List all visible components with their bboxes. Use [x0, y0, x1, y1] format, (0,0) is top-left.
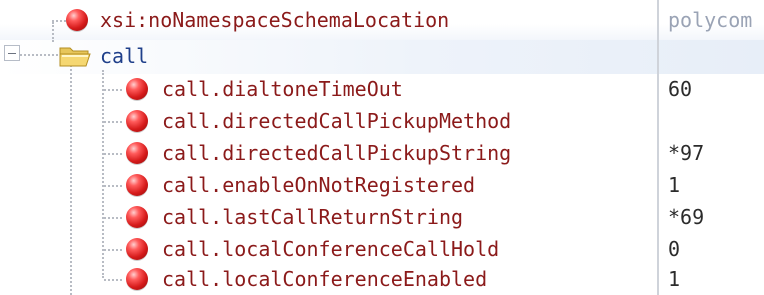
tree-connector	[104, 89, 122, 91]
item-value[interactable]: 0	[668, 233, 680, 265]
folder-label: call	[100, 44, 149, 68]
item-label: call.localConferenceCallHold	[162, 237, 500, 261]
tree-row-item[interactable]: call.localConferenceCallHold 0	[0, 233, 764, 265]
item-label: call.enableOnNotRegistered	[162, 173, 476, 197]
xml-tree-view: xsi:noNamespaceSchemaLocation polycom ca…	[0, 0, 764, 295]
item-value[interactable]: *97	[668, 137, 704, 169]
tree-connector	[104, 249, 122, 251]
attribute-name: xsi:noNamespaceSchemaLocation	[100, 8, 450, 32]
tree-connector	[104, 153, 122, 155]
attribute-icon	[66, 9, 88, 31]
attribute-icon	[126, 78, 148, 100]
tree-connector	[104, 217, 122, 219]
item-label: call.directedCallPickupString	[162, 141, 512, 165]
tree-connector	[104, 185, 122, 187]
attribute-icon	[126, 206, 148, 228]
item-value[interactable]: *69	[668, 201, 704, 233]
item-label: call.lastCallReturnString	[162, 205, 464, 229]
item-label: call.directedCallPickupMethod	[162, 109, 512, 133]
tree-row-item[interactable]: call.directedCallPickupMethod	[0, 105, 764, 137]
tree-row-item[interactable]: call.dialtoneTimeOut 60	[0, 73, 764, 105]
attribute-icon	[126, 174, 148, 196]
tree-row-root-attribute[interactable]: xsi:noNamespaceSchemaLocation polycom	[0, 4, 764, 36]
item-value[interactable]: 1	[668, 169, 680, 201]
item-value[interactable]: 1	[668, 263, 680, 295]
folder-open-icon	[59, 47, 91, 67]
tree-row-item[interactable]: call.directedCallPickupString *97	[0, 137, 764, 169]
item-label: call.localConferenceEnabled	[162, 267, 488, 291]
attribute-icon	[126, 238, 148, 260]
collapse-minus-icon[interactable]	[4, 45, 20, 61]
tree-row-item[interactable]: call.enableOnNotRegistered 1	[0, 169, 764, 201]
tree-connector	[104, 279, 122, 281]
item-value[interactable]: 60	[668, 73, 692, 105]
attribute-icon	[126, 110, 148, 132]
tree-row-item[interactable]: call.lastCallReturnString *69	[0, 201, 764, 233]
attribute-icon	[126, 142, 148, 164]
attribute-icon	[126, 268, 148, 290]
tree-connector	[104, 121, 122, 123]
tree-row-folder-call[interactable]: call	[0, 40, 764, 72]
item-label: call.dialtoneTimeOut	[162, 77, 403, 101]
attribute-value[interactable]: polycom	[668, 4, 752, 36]
tree-row-item[interactable]: call.localConferenceEnabled 1	[0, 263, 764, 295]
